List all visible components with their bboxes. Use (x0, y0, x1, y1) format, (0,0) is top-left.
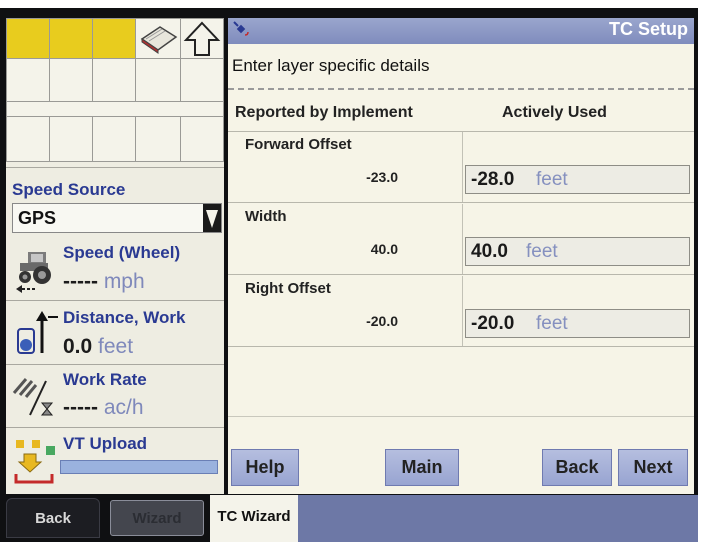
forward-offset-row: Forward Offset -23.0 -28.0 feet (228, 132, 694, 203)
row-label: Right Offset (245, 280, 331, 297)
dropdown-button[interactable] (203, 204, 221, 232)
shortcut-grid (6, 18, 224, 178)
grid-spacer (6, 102, 224, 116)
speed-unit: mph (103, 270, 145, 293)
shortcut-cell[interactable] (92, 116, 136, 162)
upload-progress-bar (60, 460, 218, 474)
reported-value: -20.0 (366, 313, 398, 329)
title-bar: TC Setup (228, 18, 694, 44)
vt-upload-readout[interactable]: VT Upload (6, 428, 224, 494)
column-divider (462, 204, 463, 274)
column-divider (462, 132, 463, 202)
distance-readout[interactable]: Distance, Work 0.0 feet (6, 301, 224, 365)
help-button[interactable]: Help (231, 449, 299, 486)
column-divider (462, 276, 463, 346)
speed-source-value: GPS (18, 208, 57, 228)
work-rate-value: ----- (63, 396, 98, 419)
column-header-active: Actively Used (502, 104, 607, 121)
satellite-icon (233, 21, 249, 36)
work-rate-icon (12, 378, 54, 416)
distance-icon (17, 311, 58, 354)
divider (228, 416, 694, 417)
row-label: Forward Offset (245, 136, 352, 153)
shortcut-cell[interactable] (135, 116, 181, 162)
shortcut-cell[interactable] (92, 18, 136, 59)
input-unit: feet (526, 241, 558, 262)
speed-source-label: Speed Source (12, 180, 126, 199)
tab-bar: Back Wizard TC Wizard (0, 495, 698, 542)
vt-upload-label: VT Upload (63, 434, 148, 453)
width-row: Width 40.0 40.0 feet (228, 204, 694, 275)
left-panel: Speed Source GPS Speed (Wheel) ----- mph… (6, 18, 224, 494)
shortcut-cell[interactable] (49, 116, 93, 162)
input-value: -28.0 (471, 169, 515, 190)
back-button[interactable]: Back (542, 449, 612, 486)
shortcut-cell[interactable] (180, 58, 224, 102)
shortcut-cell[interactable] (135, 58, 181, 102)
tab-bar-fill (298, 495, 698, 542)
input-unit: feet (536, 313, 568, 334)
tab-back[interactable]: Back (6, 498, 100, 538)
shortcut-cell[interactable] (49, 18, 93, 59)
input-value: -20.0 (471, 313, 515, 334)
row-label: Width (245, 208, 287, 225)
reported-value: 40.0 (370, 241, 398, 257)
width-input[interactable]: 40.0 feet (465, 237, 690, 266)
speed-value: ----- (63, 270, 98, 293)
panel-title: TC Setup (609, 19, 688, 39)
work-rate-label: Work Rate (63, 370, 147, 389)
shortcut-cell[interactable] (180, 116, 224, 162)
tab-wizard[interactable]: Wizard (110, 500, 204, 536)
upload-icon (14, 440, 55, 484)
speed-readout[interactable]: Speed (Wheel) ----- mph (6, 237, 224, 307)
main-button[interactable]: Main (385, 449, 459, 486)
speed-label: Speed (Wheel) (63, 243, 181, 262)
next-button[interactable]: Next (618, 449, 688, 486)
panel-subtitle: Enter layer specific details (232, 56, 430, 75)
shortcut-cell[interactable] (6, 116, 50, 162)
shortcut-cell[interactable] (92, 58, 136, 102)
distance-value: 0.0 (63, 335, 93, 358)
shortcut-cell[interactable] (49, 58, 93, 102)
book-icon (140, 26, 178, 54)
display-screen: Speed Source GPS Speed (Wheel) ----- mph… (0, 8, 698, 542)
dashed-divider (228, 88, 694, 90)
dropdown-arrow-icon (206, 210, 218, 228)
tab-tc-wizard[interactable]: TC Wizard (210, 495, 298, 542)
input-unit: feet (536, 169, 568, 190)
up-arrow-shortcut[interactable] (180, 18, 224, 59)
reported-value: -23.0 (366, 169, 398, 185)
book-shortcut[interactable] (135, 18, 181, 59)
up-arrow-icon (183, 21, 221, 56)
distance-unit: feet (98, 335, 134, 358)
work-rate-readout[interactable]: Work Rate ----- ac/h (6, 365, 224, 427)
work-rate-unit: ac/h (103, 396, 144, 419)
right-offset-row: Right Offset -20.0 -20.0 feet (228, 276, 694, 347)
tractor-icon (16, 252, 51, 293)
right-offset-input[interactable]: -20.0 feet (465, 309, 690, 338)
shortcut-cell[interactable] (6, 18, 50, 59)
speed-source-dropdown[interactable]: GPS (12, 203, 222, 233)
shortcut-cell[interactable] (6, 58, 50, 102)
divider (6, 167, 224, 168)
tc-setup-panel: TC Setup Enter layer specific details Re… (228, 18, 694, 494)
column-header-reported: Reported by Implement (235, 104, 413, 121)
forward-offset-input[interactable]: -28.0 feet (465, 165, 690, 194)
input-value: 40.0 (471, 241, 508, 262)
distance-label: Distance, Work (63, 308, 186, 327)
